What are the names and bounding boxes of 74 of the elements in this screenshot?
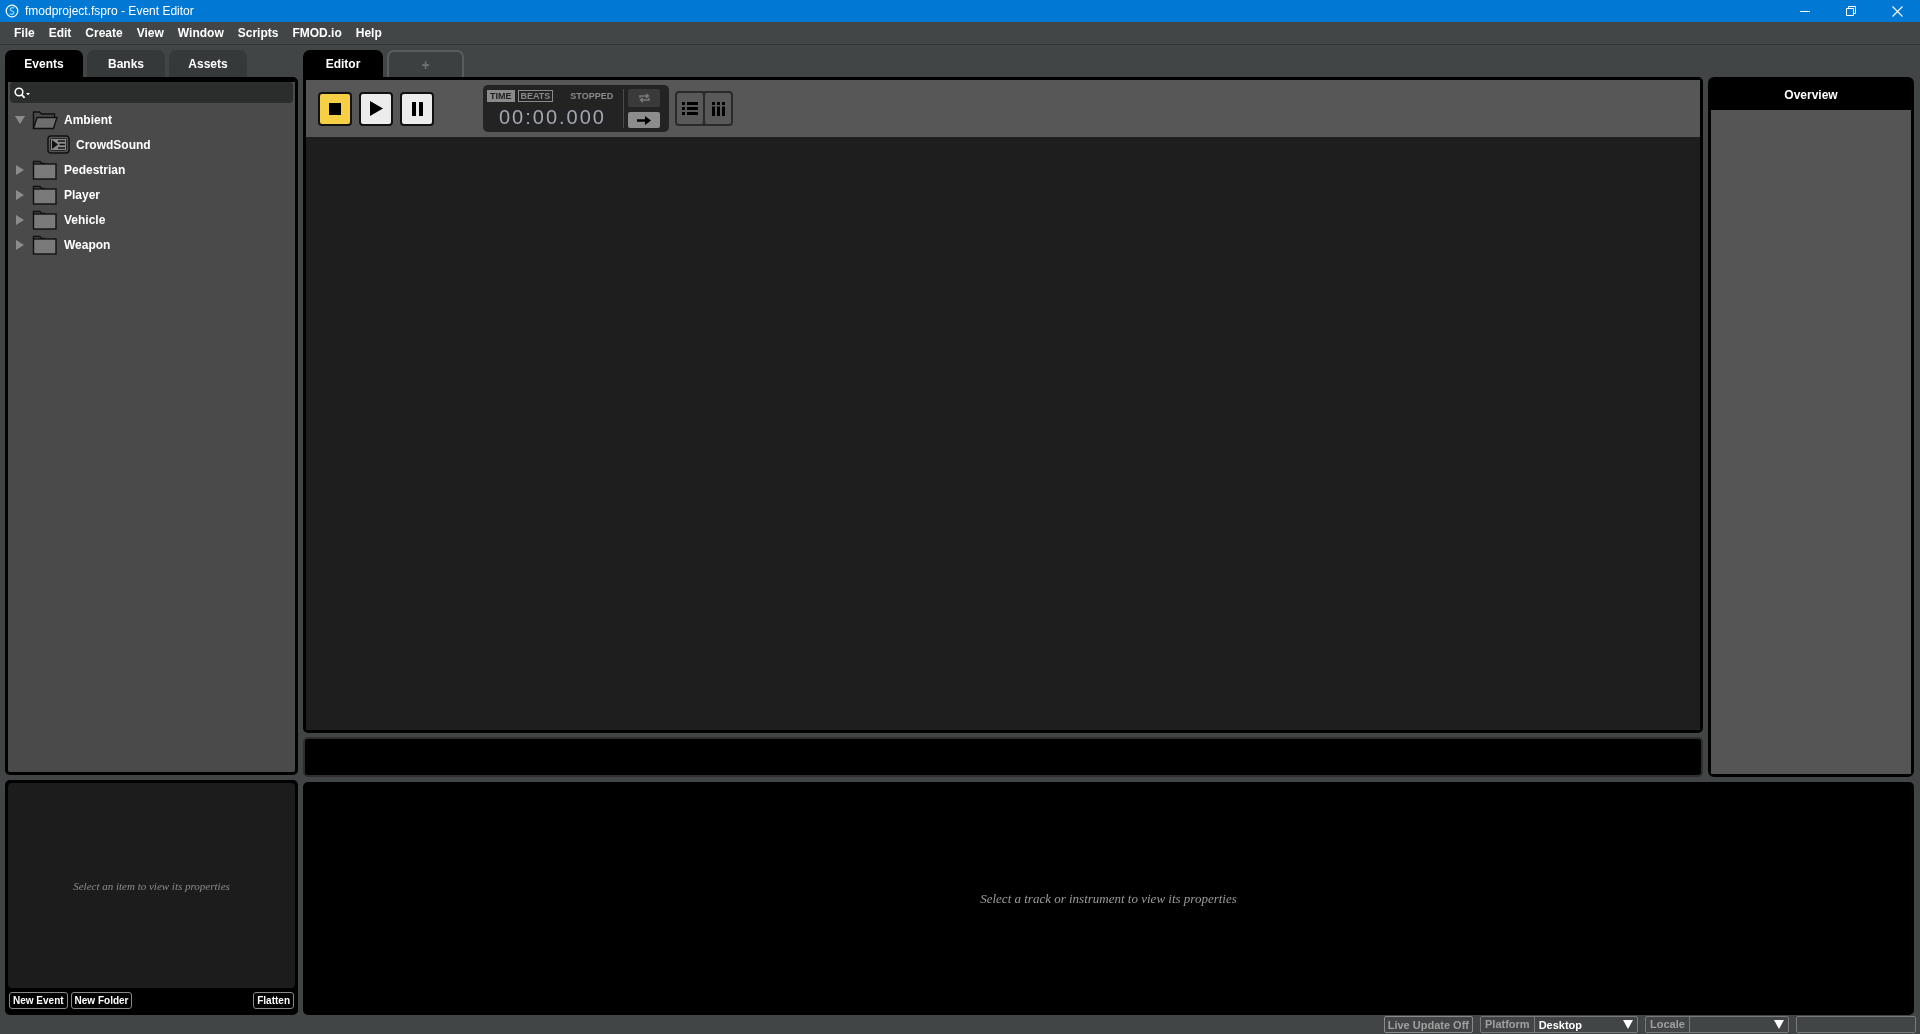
editor-tab[interactable]: Editor: [303, 50, 383, 77]
tree-label: Weapon: [64, 237, 111, 252]
time-mode-toggle[interactable]: BEATS: [517, 89, 554, 102]
search-icon: [14, 86, 30, 99]
empty-properties-message: Select an item to view its properties: [73, 879, 230, 892]
tree-label: Vehicle: [64, 212, 106, 227]
right-arrow-icon: [637, 115, 651, 125]
expand-arrow-icon[interactable]: [15, 214, 25, 225]
live-update-button[interactable]: Live Update Off: [1383, 1016, 1473, 1033]
expand-arrow-icon[interactable]: [15, 164, 25, 175]
menu-item[interactable]: Create: [78, 24, 130, 42]
pause-icon: [411, 101, 423, 116]
menu-item[interactable]: Scripts: [230, 24, 286, 42]
time-readout: 00:00.000: [499, 105, 607, 129]
folder-icon: [32, 159, 58, 180]
browser-tab[interactable]: Assets: [169, 50, 247, 77]
stop-icon: [329, 102, 341, 115]
footer-button[interactable]: New Folder: [70, 991, 133, 1009]
locale-dropdown[interactable]: Locale: [1645, 1016, 1789, 1033]
tree-item[interactable]: Pedestrian: [8, 157, 295, 182]
search-field[interactable]: [10, 82, 293, 103]
folder-icon: [32, 234, 58, 255]
tree-item[interactable]: Ambient: [8, 107, 295, 132]
playback-status: STOPPED: [570, 90, 614, 101]
loop-toggle[interactable]: [628, 89, 660, 107]
flatten-button[interactable]: Flatten: [253, 991, 294, 1009]
footer-button[interactable]: New Event: [9, 991, 68, 1009]
time-mode-toggle[interactable]: TIME: [487, 89, 515, 102]
play-button[interactable]: [359, 91, 393, 126]
restore-icon: [1846, 6, 1856, 16]
minimize-icon: [1800, 10, 1810, 12]
menu-item[interactable]: File: [7, 24, 42, 42]
window-title: fmodproject.fspro - Event Editor: [25, 4, 194, 18]
menu-item[interactable]: Edit: [41, 24, 79, 42]
browser-tab[interactable]: Banks: [87, 50, 165, 77]
folder-icon: [32, 209, 58, 230]
tree-label: Player: [64, 187, 101, 202]
tree-item[interactable]: Weapon: [8, 232, 295, 257]
platform-dropdown[interactable]: Platform Desktop: [1480, 1016, 1638, 1033]
expand-arrow-icon[interactable]: [15, 239, 25, 250]
columns-view-button[interactable]: [705, 93, 731, 124]
tree-label: CrowdSound: [76, 137, 151, 152]
open-folder-icon: [32, 109, 58, 130]
menu-item[interactable]: View: [129, 24, 171, 42]
menu-item[interactable]: Help: [348, 24, 389, 42]
caret-icon: [1774, 1020, 1784, 1029]
menu-item[interactable]: FMOD.io: [285, 24, 349, 42]
tree-item[interactable]: Vehicle: [8, 207, 295, 232]
platform-label: Platform: [1481, 1017, 1535, 1032]
columns-icon: [711, 101, 725, 116]
play-icon: [369, 101, 383, 116]
menu-item[interactable]: Window: [170, 24, 231, 42]
tree-item[interactable]: Player: [8, 182, 295, 207]
loop-icon: [637, 93, 651, 103]
overview-title: Overview: [1784, 88, 1838, 102]
browser-tab[interactable]: Events: [5, 50, 83, 77]
stop-button[interactable]: [318, 91, 352, 126]
event-icon: [47, 135, 70, 154]
pause-button[interactable]: [400, 91, 434, 126]
tree-item[interactable]: CrowdSound: [8, 132, 295, 157]
tree-label: Ambient: [64, 112, 112, 127]
locale-label: Locale: [1646, 1017, 1690, 1032]
swirl-logo-icon: [5, 4, 19, 18]
close-icon: [1891, 5, 1903, 17]
collapse-arrow-icon[interactable]: [15, 114, 25, 125]
list-icon: [682, 102, 698, 115]
empty-track-properties-message: Select a track or instrument to view its properties: [980, 890, 1237, 907]
tree-label: Pedestrian: [64, 162, 126, 177]
platform-value: Desktop: [1537, 1018, 1584, 1031]
expand-arrow-icon[interactable]: [15, 189, 25, 200]
caret-icon: [1623, 1020, 1633, 1029]
arrow-toggle[interactable]: [628, 112, 660, 128]
list-view-button[interactable]: [677, 93, 703, 124]
folder-icon: [32, 184, 58, 205]
